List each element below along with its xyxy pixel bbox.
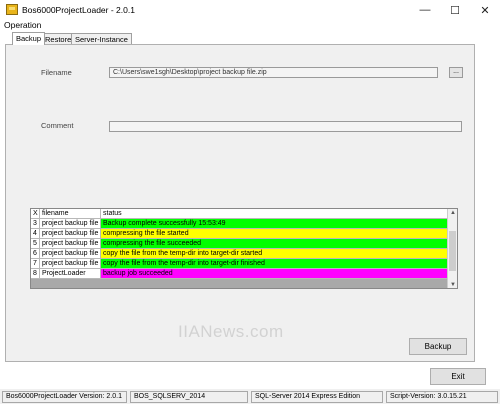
close-icon: ✕: [480, 4, 490, 17]
row-filename: ProjectLoader: [40, 269, 101, 279]
row-filename: project backup file: [40, 259, 101, 269]
table-row[interactable]: 7 project backup file copy the file from…: [31, 259, 449, 269]
table-row[interactable]: 4 project backup file compressing the fi…: [31, 229, 449, 239]
minimize-button[interactable]: —: [410, 0, 440, 20]
row-status: compressing the file started: [101, 229, 449, 239]
menu-operation[interactable]: Operation: [4, 20, 41, 30]
column-header-status[interactable]: status: [101, 209, 449, 219]
grid-header: X filename status: [31, 209, 449, 219]
status-version: Bos6000ProjectLoader Version: 2.0.1: [2, 391, 127, 403]
row-number: 4: [31, 229, 40, 239]
title-bar: Bos6000ProjectLoader - 2.0.1 — ☐ ✕: [0, 0, 500, 20]
row-filename: project backup file: [40, 239, 101, 249]
maximize-icon: ☐: [450, 4, 460, 17]
row-number: 5: [31, 239, 40, 249]
scroll-up-icon[interactable]: ▲: [448, 209, 457, 218]
row-status: Backup complete successfully 15:53:49: [101, 219, 449, 229]
backup-tab-panel: Filename C:\Users\swe1sgh\Desktop\projec…: [5, 44, 475, 362]
row-filename: project backup file: [40, 219, 101, 229]
status-script-version: Script-Version: 3.0.15.21: [386, 391, 498, 403]
row-number: 7: [31, 259, 40, 269]
scroll-thumb[interactable]: [449, 231, 456, 271]
grid-body: X filename status 3 project backup file …: [31, 209, 449, 279]
grid-empty-area: [31, 279, 449, 288]
column-header-x[interactable]: X: [31, 209, 40, 219]
row-number: 8: [31, 269, 40, 279]
row-number: 3: [31, 219, 40, 229]
tab-server-instance[interactable]: Server-Instance: [71, 33, 132, 44]
row-status: backup job succeeded: [101, 269, 449, 279]
row-status: compressing the file succeeded: [101, 239, 449, 249]
status-sql-server: SQL-Server 2014 Express Edition: [251, 391, 383, 403]
status-instance: BOS_SQLSERV_2014: [130, 391, 248, 403]
grid-scrollbar[interactable]: ▲ ▼: [447, 209, 457, 288]
exit-button[interactable]: Exit: [430, 368, 486, 385]
status-grid: X filename status 3 project backup file …: [30, 208, 458, 289]
browse-button[interactable]: ...: [449, 67, 463, 78]
comment-label: Comment: [41, 121, 74, 130]
status-bar: Bos6000ProjectLoader Version: 2.0.1 BOS_…: [0, 389, 500, 404]
menu-bar: Operation: [0, 20, 500, 32]
column-header-filename[interactable]: filename: [40, 209, 101, 219]
maximize-button[interactable]: ☐: [440, 0, 470, 20]
minimize-icon: —: [419, 4, 431, 16]
close-button[interactable]: ✕: [470, 0, 500, 20]
tab-backup[interactable]: Backup: [12, 32, 46, 45]
filename-field[interactable]: C:\Users\swe1sgh\Desktop\project backup …: [109, 67, 438, 78]
table-row[interactable]: 5 project backup file compressing the fi…: [31, 239, 449, 249]
row-status: copy the file from the temp-dir into tar…: [101, 249, 449, 259]
row-filename: project backup file: [40, 229, 101, 239]
row-status: copy the file from the temp-dir into tar…: [101, 259, 449, 269]
table-row[interactable]: 6 project backup file copy the file from…: [31, 249, 449, 259]
table-row[interactable]: 8 ProjectLoader backup job succeeded: [31, 269, 449, 279]
backup-button[interactable]: Backup: [409, 338, 467, 355]
filename-label: Filename: [41, 68, 72, 77]
row-filename: project backup file: [40, 249, 101, 259]
comment-field[interactable]: [109, 121, 462, 132]
window-title: Bos6000ProjectLoader - 2.0.1: [22, 5, 135, 15]
scroll-down-icon[interactable]: ▼: [448, 281, 457, 288]
app-icon: [6, 4, 18, 15]
table-row[interactable]: 3 project backup file Backup complete su…: [31, 219, 449, 229]
watermark: IIANews.com: [178, 322, 284, 341]
row-number: 6: [31, 249, 40, 259]
